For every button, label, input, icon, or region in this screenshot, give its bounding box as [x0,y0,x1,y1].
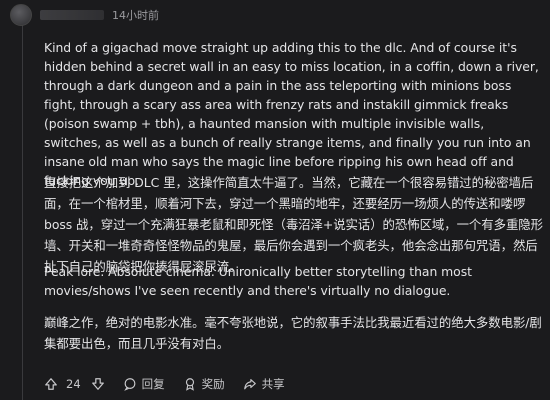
comment-actions: 24 回复 奖励 共享 [44,374,285,394]
award-button[interactable]: 奖励 [183,376,225,392]
arrow-down-icon[interactable] [91,377,105,391]
award-label: 奖励 [201,377,225,391]
timestamp: 14小时前 [112,9,159,22]
speech-bubble-icon [123,377,137,391]
comment-paragraph-english-1: Kind of a gigachad move straight up addi… [44,40,539,188]
downvote-button[interactable] [91,377,105,391]
comment-paragraph-chinese-1: 直接把这个加到 DLC 里，这操作简直太牛逼了。当然，它藏在一个很容易错过的秘密… [44,175,543,274]
arrow-up-icon[interactable] [44,377,58,391]
comment-paragraph-english-2: Peak lore. Absolute cinema. Unironically… [44,264,472,298]
avatar[interactable] [10,4,32,26]
comment-thread: 14小时前 Kind of a gigachad move straight u… [0,0,550,400]
share-icon [243,377,257,391]
reply-label: 回复 [141,377,165,391]
share-label: 共享 [261,377,285,391]
upvote-button[interactable] [44,377,58,391]
vote-count: 24 [66,377,81,391]
comment-body: Kind of a gigachad move straight up addi… [44,38,544,366]
thread-line[interactable] [22,22,23,400]
reply-button[interactable]: 回复 [123,376,165,392]
share-button[interactable]: 共享 [243,376,285,392]
award-icon [183,377,197,391]
comment-paragraph-chinese-2: 巅峰之作，绝对的电影水准。毫不夸张地说，它的叙事手法比我最近看过的绝大多数电影/… [44,315,542,351]
comment-header: 14小时前 [10,4,159,26]
username-redacted[interactable] [40,10,104,20]
